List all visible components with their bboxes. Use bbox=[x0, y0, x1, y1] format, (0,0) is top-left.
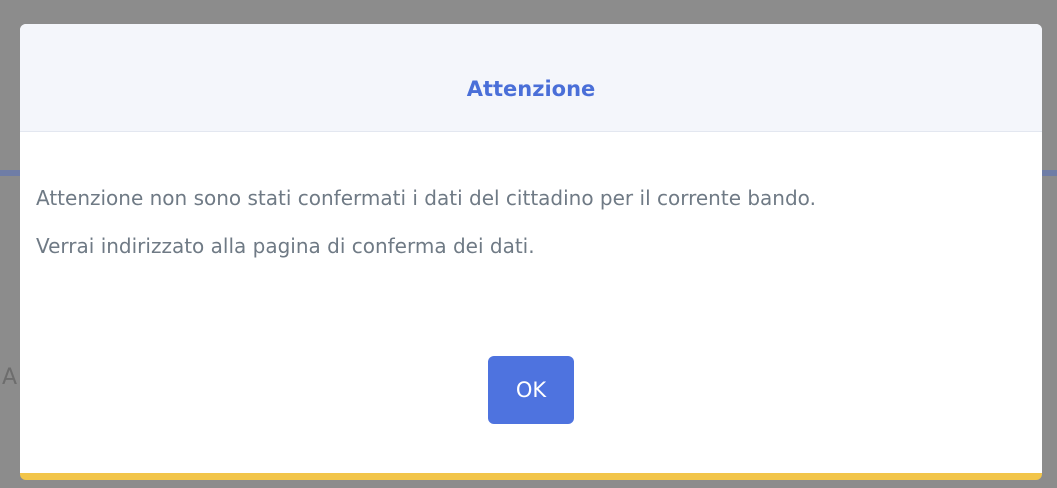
dialog-title: Attenzione bbox=[466, 76, 596, 101]
dialog-body: Attenzione non sono stati confermati i d… bbox=[20, 132, 1042, 270]
ok-button[interactable]: OK bbox=[488, 356, 574, 424]
background-page-text: A bbox=[2, 365, 18, 390]
dialog-header: Attenzione bbox=[20, 24, 1042, 132]
dialog-footer: OK bbox=[20, 356, 1042, 424]
dialog-message-line-1: Attenzione non sono stati confermati i d… bbox=[36, 186, 816, 210]
alert-dialog: Attenzione Attenzione non sono stati con… bbox=[20, 24, 1042, 480]
dialog-message-line-2: Verrai indirizzato alla pagina di confer… bbox=[36, 234, 535, 258]
